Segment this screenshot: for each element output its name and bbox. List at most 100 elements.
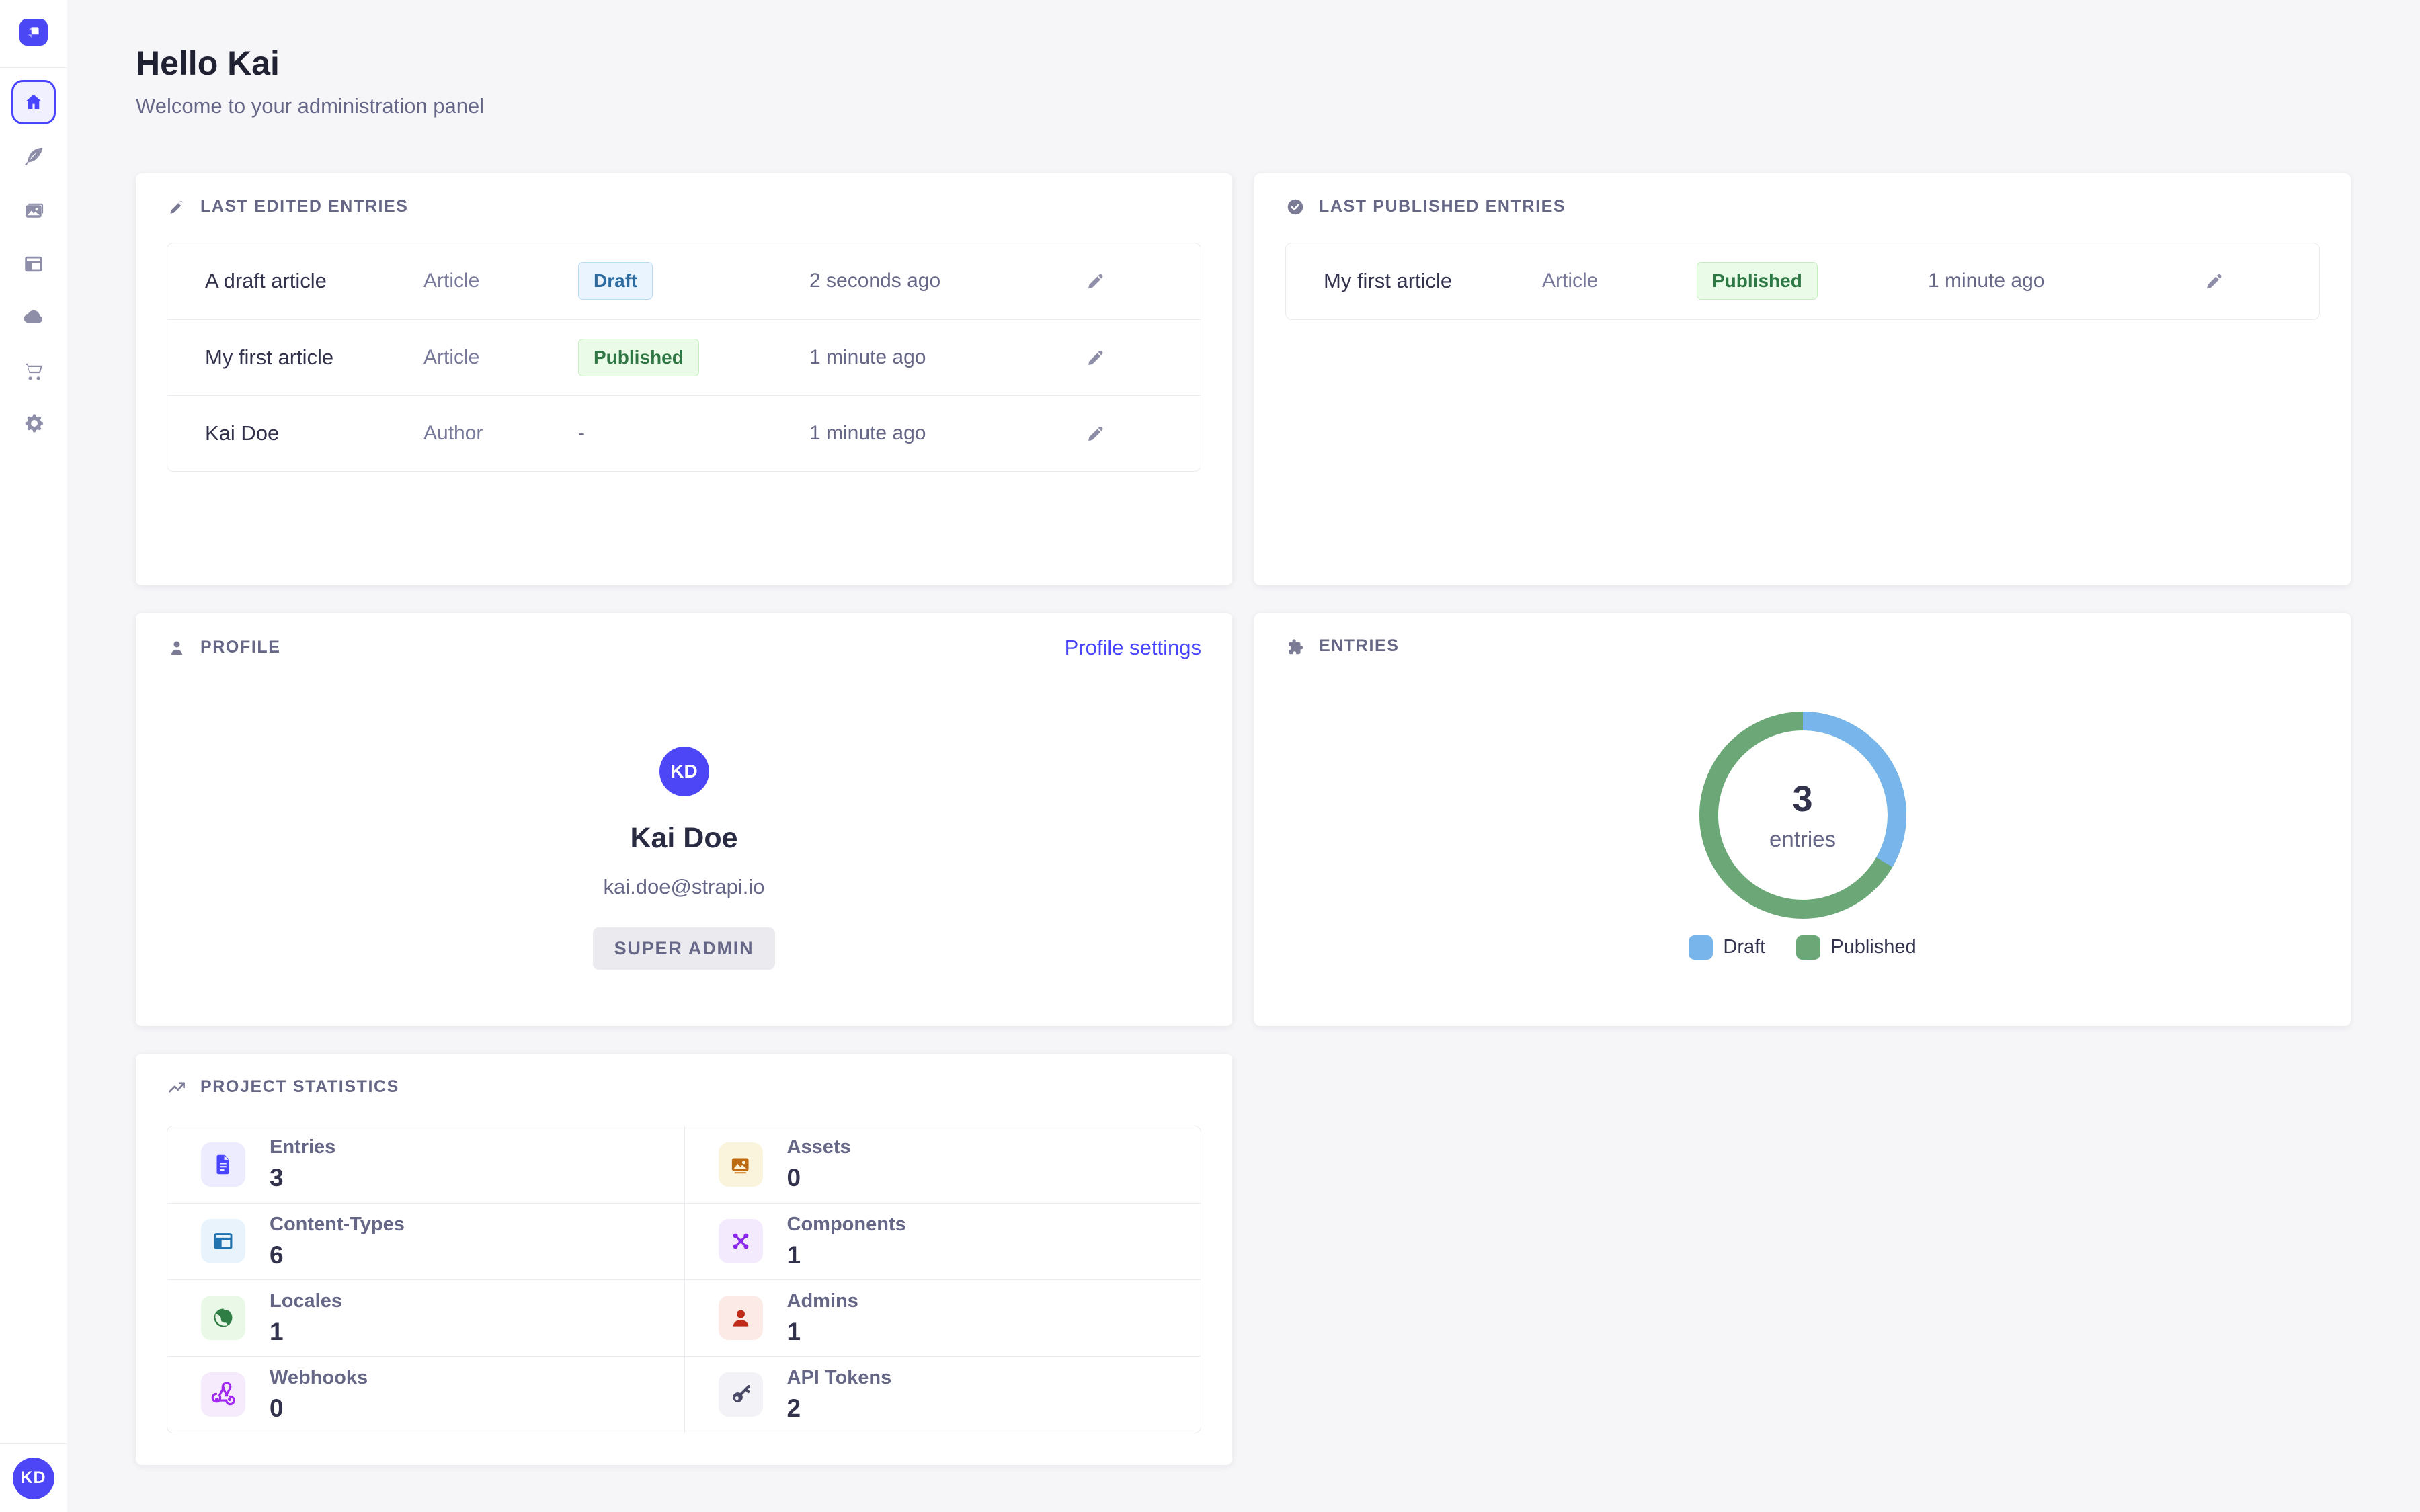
stat-label: Admins (787, 1290, 858, 1312)
stat-entries: Entries 3 (167, 1126, 684, 1203)
sidebar-item-content-manager[interactable] (0, 143, 67, 170)
stat-label: Content-Types (270, 1214, 405, 1236)
edit-entry-button[interactable] (1084, 269, 1201, 292)
profile-name: Kai Doe (630, 822, 737, 855)
profile-body: KD Kai Doe kai.doe@strapi.io SUPER ADMIN (167, 660, 1201, 970)
stat-value: 1 (787, 1241, 906, 1269)
stat-value: 1 (787, 1318, 858, 1346)
table-row: Kai Doe Author - 1 minute ago (167, 395, 1201, 471)
content-type-builder-icon (22, 252, 46, 276)
strapi-logo[interactable] (19, 19, 48, 46)
table-row: A draft article Article Draft 2 seconds … (167, 243, 1201, 319)
legend-label: Draft (1723, 936, 1765, 958)
status-badge: Draft (578, 262, 653, 300)
entry-time: 1 minute ago (809, 346, 1084, 369)
layout-icon (201, 1219, 245, 1263)
feather-icon (22, 144, 46, 169)
last-published-entries-card: LAST PUBLISHED ENTRIES My first article … (1254, 173, 2351, 585)
entries-chart-card: ENTRIES 3 entries Draft P (1254, 613, 2351, 1026)
entry-type: Article (1542, 269, 1697, 292)
edit-entry-button[interactable] (1084, 422, 1201, 445)
sidebar-item-marketplace[interactable] (0, 358, 67, 384)
picture-icon (719, 1142, 763, 1187)
strapi-logo-icon (25, 24, 42, 41)
sidebar-item-content-type-builder[interactable] (0, 251, 67, 278)
card-header: LAST PUBLISHED ENTRIES (1285, 196, 2320, 218)
stat-label: Locales (270, 1290, 342, 1312)
legend-label: Published (1830, 936, 1916, 958)
legend-item-draft: Draft (1689, 935, 1765, 960)
profile-card: PROFILE Profile settings KD Kai Doe kai.… (136, 613, 1232, 1026)
stat-label: Webhooks (270, 1367, 368, 1389)
stat-label: Components (787, 1214, 906, 1236)
entry-time: 1 minute ago (1928, 269, 2203, 292)
stat-webhooks: Webhooks 0 (167, 1356, 684, 1433)
stat-content-types: Content-Types 6 (167, 1203, 684, 1279)
stat-components: Components 1 (684, 1203, 1201, 1279)
globe-icon (201, 1296, 245, 1340)
last-edited-entries-card: LAST EDITED ENTRIES A draft article Arti… (136, 173, 1232, 585)
stat-admins: Admins 1 (684, 1279, 1201, 1356)
card-title: PROJECT STATISTICS (200, 1077, 399, 1097)
pencil-icon (167, 197, 187, 217)
sidebar-item-media-library[interactable] (0, 197, 67, 224)
legend-item-published: Published (1796, 935, 1916, 960)
stat-label: Entries (270, 1136, 335, 1159)
settings-gear-icon (22, 411, 46, 435)
card-header: PROJECT STATISTICS (167, 1077, 1201, 1098)
entry-type: Author (424, 422, 578, 445)
check-circle-icon (1285, 197, 1305, 217)
avatar: KD (659, 747, 709, 796)
main-content: Hello Kai Welcome to your administration… (67, 0, 2420, 1492)
sidebar-item-home[interactable] (11, 80, 56, 124)
card-title: PROFILE (200, 638, 281, 657)
profile-settings-link[interactable]: Profile settings (1065, 636, 1201, 660)
sidebar-item-deploy-cloud[interactable] (0, 303, 67, 330)
empty-grid-cell (1254, 1054, 2351, 1465)
sidebar: KD (0, 0, 67, 1512)
stat-value: 3 (270, 1164, 335, 1192)
webhook-icon (201, 1372, 245, 1417)
sidebar-footer: KD (0, 1443, 67, 1512)
user-icon (719, 1296, 763, 1340)
entry-name: My first article (205, 345, 424, 370)
page-subtitle: Welcome to your administration panel (136, 94, 2351, 118)
role-badge: SUPER ADMIN (593, 927, 776, 970)
nodes-icon (719, 1219, 763, 1263)
edit-entry-button[interactable] (2203, 269, 2319, 292)
user-avatar[interactable]: KD (13, 1458, 54, 1499)
card-header: ENTRIES (1285, 636, 2320, 657)
edit-entry-button[interactable] (1084, 346, 1201, 369)
status-empty: - (578, 422, 809, 445)
legend-swatch-draft (1689, 935, 1713, 960)
pencil-icon (1084, 346, 1107, 369)
entries-table: A draft article Article Draft 2 seconds … (167, 243, 1201, 472)
card-title: LAST PUBLISHED ENTRIES (1319, 197, 1566, 216)
status-badge: Published (1697, 262, 1818, 300)
home-icon (23, 91, 44, 113)
profile-email: kai.doe@strapi.io (604, 875, 765, 899)
pencil-icon (1084, 269, 1107, 292)
entry-type: Article (424, 269, 578, 292)
stat-locales: Locales 1 (167, 1279, 684, 1356)
card-header: LAST EDITED ENTRIES (167, 196, 1201, 218)
stat-label: API Tokens (787, 1367, 892, 1389)
sidebar-item-settings[interactable] (0, 410, 67, 437)
page-title: Hello Kai (136, 44, 2351, 83)
status-badge: Published (578, 339, 699, 376)
stat-value: 0 (787, 1164, 851, 1192)
entries-donut-chart: 3 entries (1699, 711, 1907, 919)
key-icon (719, 1372, 763, 1417)
dashboard-grid: LAST EDITED ENTRIES A draft article Arti… (136, 173, 2351, 1465)
file-icon (201, 1142, 245, 1187)
stat-label: Assets (787, 1136, 851, 1159)
entry-name: A draft article (205, 269, 424, 293)
card-header: PROFILE (167, 637, 281, 659)
entry-name: Kai Doe (205, 421, 424, 446)
table-row: My first article Article Published 1 min… (1286, 243, 2319, 319)
card-title: ENTRIES (1319, 636, 1400, 656)
stat-value: 0 (270, 1394, 368, 1423)
entry-time: 1 minute ago (809, 422, 1084, 445)
donut-svg (1699, 711, 1907, 919)
marketplace-cart-icon (22, 359, 46, 383)
